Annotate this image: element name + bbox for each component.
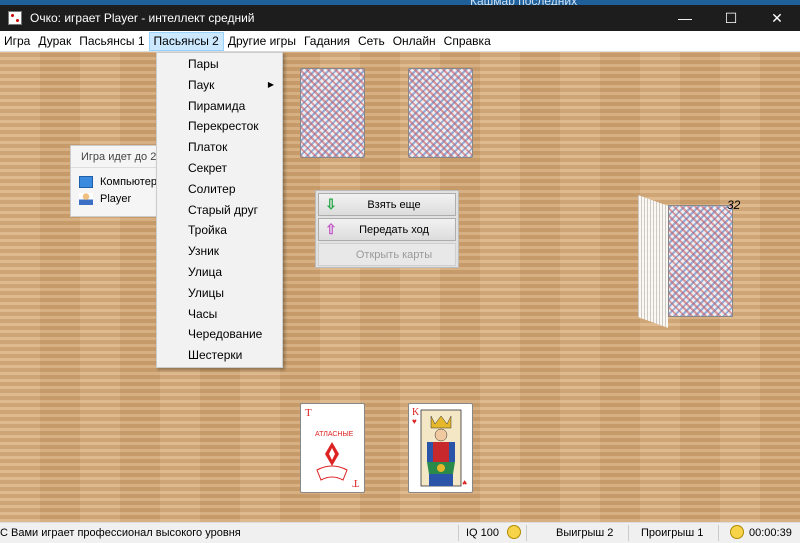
deck-count: 32 bbox=[727, 198, 741, 212]
arrow-up-icon: ⇧ bbox=[325, 221, 337, 237]
dropdown-item[interactable]: Пары bbox=[157, 54, 282, 75]
arrow-down-icon: ⇩ bbox=[325, 196, 337, 212]
player-row-human: Player bbox=[71, 190, 159, 207]
players-panel: Игра идет до 2 Компьютер Player bbox=[70, 145, 160, 217]
player-card-king-hearts[interactable]: K ♥ ♥ bbox=[408, 403, 473, 493]
open-cards-button[interactable]: Открыть карты bbox=[318, 243, 456, 266]
dropdown-item[interactable]: Пирамида bbox=[157, 96, 282, 117]
player-row-computer: Компьютер bbox=[71, 173, 159, 190]
menu-game[interactable]: Игра bbox=[0, 32, 34, 51]
take-more-button[interactable]: ⇩ Взять еще bbox=[318, 193, 456, 216]
status-separator bbox=[628, 525, 629, 541]
game-table: 32 T АТЛАСНЫЕ T K ♥ ♥ bbox=[0, 52, 800, 522]
window-title: Очко: играет Player - интеллект средний bbox=[30, 11, 255, 25]
status-separator bbox=[526, 525, 527, 541]
dropdown-item[interactable]: Шестерки bbox=[157, 345, 282, 366]
menu-help[interactable]: Справка bbox=[440, 32, 495, 51]
dropdown-item[interactable]: Улицы bbox=[157, 283, 282, 304]
dropdown-item[interactable]: Солитер bbox=[157, 179, 282, 200]
submenu-arrow-icon: ▶ bbox=[267, 79, 274, 89]
opponent-card-back bbox=[300, 68, 365, 158]
dropdown-item[interactable]: Тройка bbox=[157, 220, 282, 241]
domino-app-icon bbox=[8, 11, 22, 25]
computer-icon bbox=[79, 175, 93, 188]
menu-fortune-telling[interactable]: Гадания bbox=[300, 32, 354, 51]
status-separator bbox=[458, 525, 459, 541]
menu-other-games[interactable]: Другие игры bbox=[224, 32, 300, 51]
player-name: Компьютер bbox=[100, 175, 157, 188]
deck-side bbox=[638, 195, 668, 328]
close-button[interactable]: ✕ bbox=[754, 5, 800, 31]
status-message: С Вами играет профессионал высокого уров… bbox=[0, 527, 241, 539]
smiley-icon bbox=[730, 525, 744, 539]
card-deck[interactable] bbox=[638, 195, 734, 328]
dropdown-item[interactable]: Чередование bbox=[157, 324, 282, 345]
player-name: Player bbox=[100, 192, 132, 205]
dropdown-item[interactable]: Перекресток bbox=[157, 116, 282, 137]
players-panel-header: Игра идет до 2 bbox=[71, 146, 159, 168]
dropdown-item[interactable]: Старый друг bbox=[157, 200, 282, 221]
svg-text:T: T bbox=[352, 477, 359, 489]
menu-durak[interactable]: Дурак bbox=[34, 32, 75, 51]
dropdown-item[interactable]: Узник bbox=[157, 241, 282, 262]
action-panel: ⇩ Взять еще ⇧ Передать ход Открыть карты bbox=[315, 190, 459, 268]
minimize-button[interactable]: — bbox=[662, 5, 708, 31]
pass-turn-button[interactable]: ⇧ Передать ход bbox=[318, 218, 456, 241]
status-separator bbox=[718, 525, 719, 541]
deck-top-card bbox=[668, 205, 733, 317]
maximize-button[interactable]: ☐ bbox=[708, 5, 754, 31]
dropdown-item[interactable]: Платок bbox=[157, 137, 282, 158]
player-card-ace-diamonds[interactable]: T АТЛАСНЫЕ T bbox=[300, 403, 365, 493]
menu-solitaires-1[interactable]: Пасьянсы 1 bbox=[75, 32, 148, 51]
status-wins: Выигрыш 2 bbox=[556, 527, 614, 539]
dropdown-item[interactable]: Секрет bbox=[157, 158, 282, 179]
menu-bar: Игра Дурак Пасьянсы 1 Пасьянсы 2 Другие … bbox=[0, 31, 800, 52]
opponent-card-back bbox=[408, 68, 473, 158]
dropdown-item[interactable]: Часы bbox=[157, 304, 282, 325]
status-timer: 00:00:39 bbox=[749, 527, 792, 539]
dropdown-item[interactable]: Улица bbox=[157, 262, 282, 283]
menu-solitaires-2[interactable]: Пасьянсы 2 bbox=[148, 31, 224, 51]
status-bar: С Вами играет профессионал высокого уров… bbox=[0, 522, 800, 543]
status-iq: IQ 100 bbox=[466, 527, 500, 539]
menu-online[interactable]: Онлайн bbox=[389, 32, 440, 51]
dropdown-item-submenu[interactable]: Паук ▶ bbox=[157, 75, 282, 96]
svg-text:T: T bbox=[305, 407, 312, 419]
title-bar[interactable]: Очко: играет Player - интеллект средний … bbox=[0, 5, 800, 31]
solitaires-2-dropdown: Пары Паук ▶ Пирамида Перекресток Платок … bbox=[156, 52, 283, 368]
user-icon bbox=[79, 192, 93, 205]
status-losses: Проигрыш 1 bbox=[641, 527, 704, 539]
svg-text:АТЛАСНЫЕ: АТЛАСНЫЕ bbox=[315, 431, 354, 438]
menu-network[interactable]: Сеть bbox=[354, 32, 389, 51]
svg-text:♥: ♥ bbox=[462, 478, 467, 487]
smiley-icon bbox=[507, 525, 521, 539]
svg-text:♥: ♥ bbox=[412, 417, 417, 426]
